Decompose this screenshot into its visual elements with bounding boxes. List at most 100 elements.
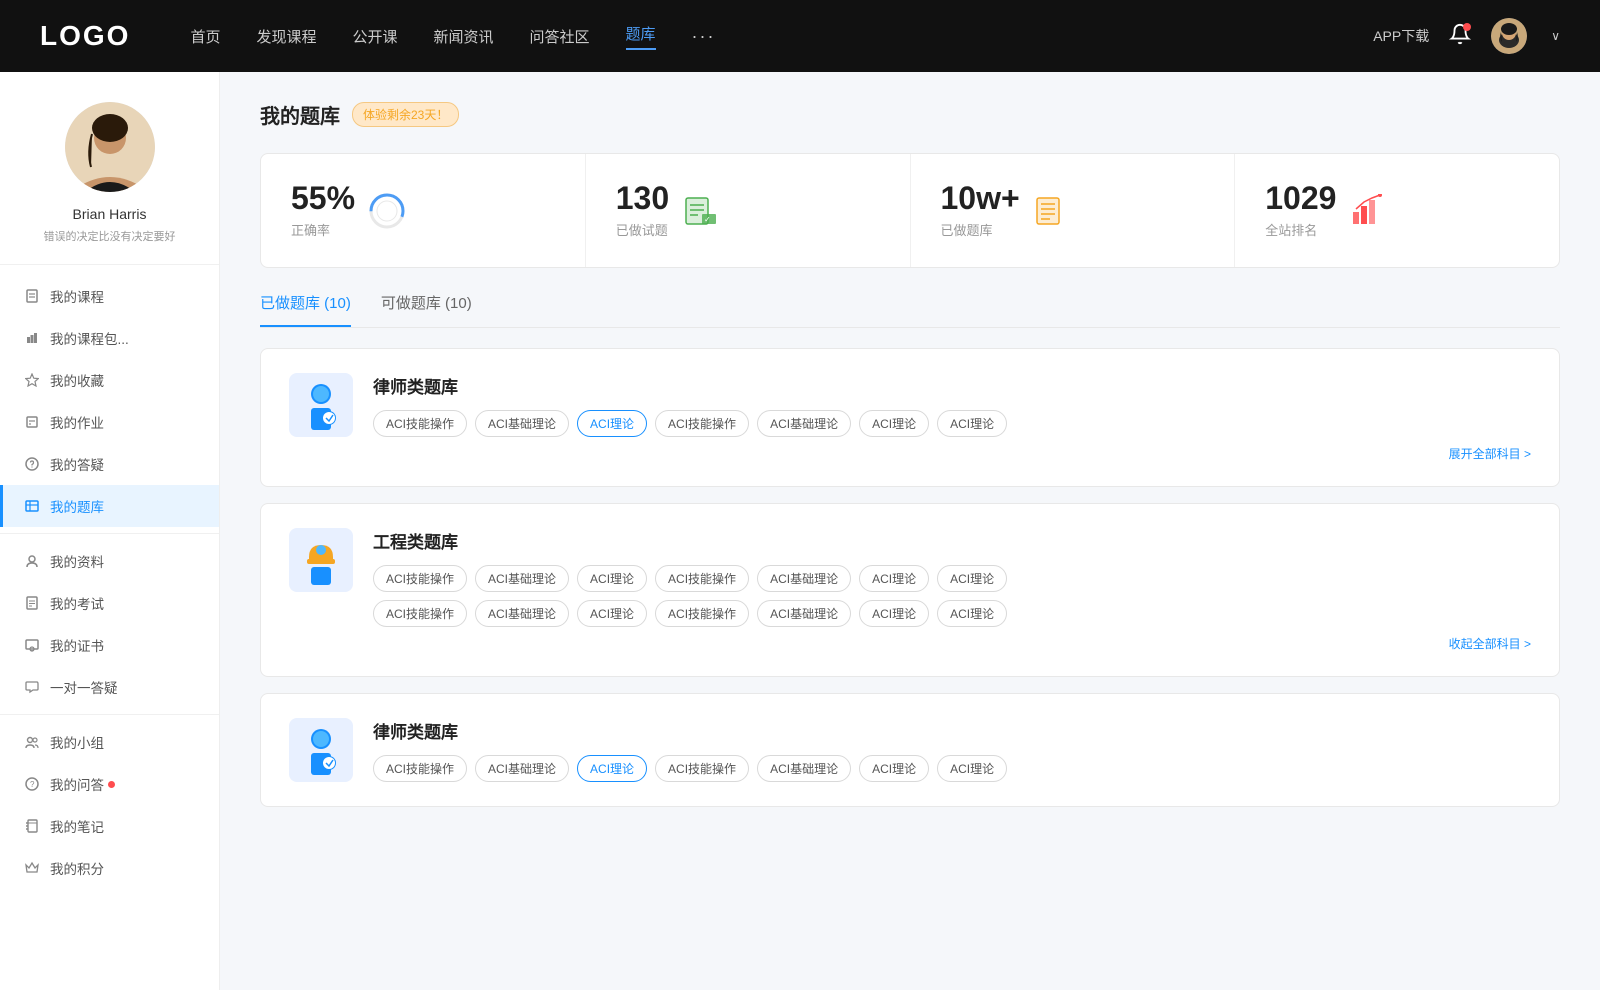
navbar-right: APP下载 ∨ xyxy=(1373,18,1560,54)
sidebar-label-homework: 我的作业 xyxy=(50,412,104,432)
tag-item[interactable]: ACI理论 xyxy=(859,565,929,592)
tag-item[interactable]: ACI理论 xyxy=(937,410,1007,437)
sidebar-item-favorites[interactable]: 我的收藏 xyxy=(0,359,219,401)
sidebar-menu: 我的课程 我的课程包... 我的收藏 我的作业 xyxy=(0,265,219,899)
stat-done-questions: 130 已做试题 ✓ xyxy=(586,154,911,267)
question-icon: ? xyxy=(24,776,40,792)
nav-opencourse[interactable]: 公开课 xyxy=(352,26,397,47)
nav-home[interactable]: 首页 xyxy=(190,26,220,47)
done-banks-icon xyxy=(1034,193,1070,229)
sidebar-item-courses[interactable]: 我的课程 xyxy=(0,275,219,317)
avatar[interactable] xyxy=(1491,18,1527,54)
qbank-lawyer-2-icon-wrap xyxy=(289,718,353,782)
notification-dot xyxy=(1463,23,1471,31)
user-menu-chevron[interactable]: ∨ xyxy=(1551,29,1560,43)
file-icon xyxy=(24,288,40,304)
sidebar-item-qbank[interactable]: 我的题库 xyxy=(0,485,219,527)
profile-avatar xyxy=(65,102,155,192)
sidebar-label-oneone: 一对一答疑 xyxy=(50,677,118,697)
tag-item-active[interactable]: ACI理论 xyxy=(577,410,647,437)
tag-item[interactable]: ACI理论 xyxy=(577,600,647,627)
tag-item[interactable]: ACI基础理论 xyxy=(757,600,851,627)
team-icon xyxy=(24,734,40,750)
tag-item[interactable]: ACI基础理论 xyxy=(757,755,851,782)
stats-row: 55% 正确率 130 已做试题 xyxy=(260,153,1560,268)
stat-accuracy-number: 55% xyxy=(291,182,355,214)
tag-item[interactable]: ACI技能操作 xyxy=(373,410,467,437)
page-title: 我的题库 xyxy=(260,100,340,129)
qbank-card-engineer: 工程类题库 ACI技能操作 ACI基础理论 ACI理论 ACI技能操作 ACI基… xyxy=(260,503,1560,677)
qbank-lawyer-icon-wrap xyxy=(289,373,353,437)
qbank-lawyer-1-tags: ACI技能操作 ACI基础理论 ACI理论 ACI技能操作 ACI基础理论 AC… xyxy=(373,410,1531,437)
nav-qa[interactable]: 问答社区 xyxy=(530,26,590,47)
tag-item[interactable]: ACI理论 xyxy=(937,600,1007,627)
qbank-card-lawyer-1: 律师类题库 ACI技能操作 ACI基础理论 ACI理论 ACI技能操作 ACI基… xyxy=(260,348,1560,487)
tab-available-banks[interactable]: 可做题库 (10) xyxy=(381,292,472,327)
nav-news[interactable]: 新闻资讯 xyxy=(434,26,494,47)
tag-item[interactable]: ACI基础理论 xyxy=(475,755,569,782)
page-header: 我的题库 体验剩余23天！ xyxy=(260,100,1560,129)
tag-item[interactable]: ACI基础理论 xyxy=(757,565,851,592)
sidebar-label-courses: 我的课程 xyxy=(50,286,104,306)
sidebar-item-certificate[interactable]: 我的证书 xyxy=(0,624,219,666)
user-motto: 错误的决定比没有决定要好 xyxy=(44,228,176,244)
page-body: Brian Harris 错误的决定比没有决定要好 我的课程 我的课程包... xyxy=(0,72,1600,990)
sidebar-profile: Brian Harris 错误的决定比没有决定要好 xyxy=(0,72,219,265)
tag-item[interactable]: ACI基础理论 xyxy=(475,565,569,592)
tag-item[interactable]: ACI理论 xyxy=(937,755,1007,782)
sidebar-divider-1 xyxy=(0,533,219,534)
sidebar-label-myqa: 我的问答 xyxy=(50,774,104,794)
qbank-engineer-tags-row1: ACI技能操作 ACI基础理论 ACI理论 ACI技能操作 ACI基础理论 AC… xyxy=(373,565,1531,592)
accuracy-pie-icon xyxy=(369,193,405,229)
tag-item[interactable]: ACI理论 xyxy=(859,755,929,782)
nav-discover[interactable]: 发现课程 xyxy=(256,26,316,47)
star-icon xyxy=(24,372,40,388)
tag-item[interactable]: ACI理论 xyxy=(937,565,1007,592)
qbank-card-lawyer-2: 律师类题库 ACI技能操作 ACI基础理论 ACI理论 ACI技能操作 ACI基… xyxy=(260,693,1560,807)
sidebar-item-myqa[interactable]: ? 我的问答 xyxy=(0,763,219,805)
sidebar-label-certificate: 我的证书 xyxy=(50,635,104,655)
sidebar-label-favorites: 我的收藏 xyxy=(50,370,104,390)
tag-item[interactable]: ACI技能操作 xyxy=(373,600,467,627)
tag-item[interactable]: ACI技能操作 xyxy=(655,565,749,592)
svg-text:✓: ✓ xyxy=(704,215,711,224)
sidebar-item-exams[interactable]: 我的考试 xyxy=(0,582,219,624)
edit-icon xyxy=(24,414,40,430)
filetext-icon xyxy=(24,595,40,611)
profile-avatar-image xyxy=(65,102,155,192)
tag-item[interactable]: ACI技能操作 xyxy=(655,600,749,627)
sidebar-item-notes[interactable]: 我的笔记 xyxy=(0,805,219,847)
sidebar-item-points[interactable]: 我的积分 xyxy=(0,847,219,889)
sidebar-item-qa[interactable]: 我的答疑 xyxy=(0,443,219,485)
tag-item[interactable]: ACI基础理论 xyxy=(757,410,851,437)
tag-item[interactable]: ACI理论 xyxy=(577,565,647,592)
main-content: 我的题库 体验剩余23天！ 55% 正确率 xyxy=(220,72,1600,990)
sidebar-label-points: 我的积分 xyxy=(50,858,104,878)
notification-bell[interactable] xyxy=(1449,23,1471,50)
tag-item[interactable]: ACI技能操作 xyxy=(655,410,749,437)
sidebar-item-homework[interactable]: 我的作业 xyxy=(0,401,219,443)
navbar: LOGO 首页 发现课程 公开课 新闻资讯 问答社区 题库 ··· APP下载 xyxy=(0,0,1600,72)
app-download-button[interactable]: APP下载 xyxy=(1373,26,1429,46)
sidebar-item-oneone[interactable]: 一对一答疑 xyxy=(0,666,219,708)
tag-item[interactable]: ACI理论 xyxy=(859,410,929,437)
tag-item[interactable]: ACI技能操作 xyxy=(373,565,467,592)
sidebar-item-packages[interactable]: 我的课程包... xyxy=(0,317,219,359)
sidebar-item-group[interactable]: 我的小组 xyxy=(0,721,219,763)
tab-done-banks[interactable]: 已做题库 (10) xyxy=(260,292,351,327)
stat-banks-label: 已做题库 xyxy=(941,220,1020,239)
expand-button-lawyer-1[interactable]: 展开全部科目 > xyxy=(373,445,1531,462)
barchart-icon xyxy=(24,330,40,346)
tag-item[interactable]: ACI理论 xyxy=(859,600,929,627)
myqa-notification-dot xyxy=(108,781,115,788)
tag-item[interactable]: ACI基础理论 xyxy=(475,410,569,437)
nav-qbank[interactable]: 题库 xyxy=(626,23,656,50)
tag-item[interactable]: ACI技能操作 xyxy=(373,755,467,782)
collapse-button-engineer[interactable]: 收起全部科目 > xyxy=(373,635,1531,652)
sidebar-item-profile[interactable]: 我的资料 xyxy=(0,540,219,582)
nav-more[interactable]: ··· xyxy=(692,26,716,47)
tag-item-active[interactable]: ACI理论 xyxy=(577,755,647,782)
logo: LOGO xyxy=(40,20,130,52)
tag-item[interactable]: ACI基础理论 xyxy=(475,600,569,627)
tag-item[interactable]: ACI技能操作 xyxy=(655,755,749,782)
